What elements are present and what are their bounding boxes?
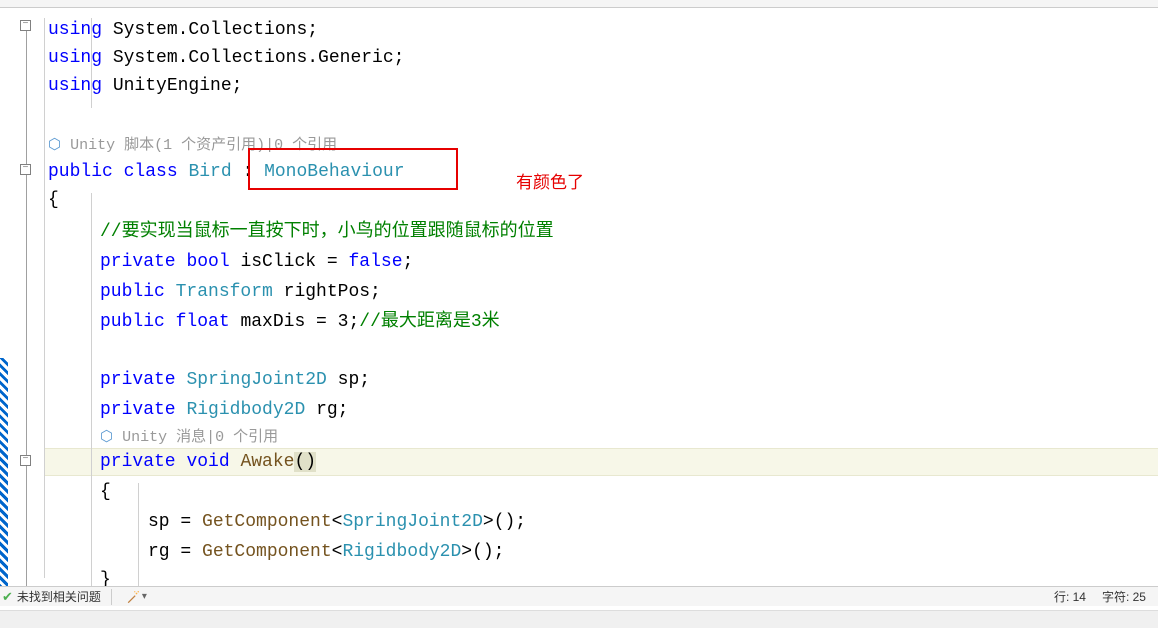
code-line[interactable]: public Transform rightPos;: [100, 278, 381, 306]
change-indicator-gutter: [0, 8, 8, 580]
wand-icon[interactable]: [126, 590, 140, 604]
status-no-issues: 未找到相关问题: [17, 588, 101, 605]
code-content[interactable]: using System.Collections; using System.C…: [44, 8, 1158, 580]
code-line[interactable]: using System.Collections;: [48, 16, 318, 44]
fold-toggle-method[interactable]: [20, 455, 31, 466]
code-line[interactable]: private bool isClick = false;: [100, 248, 413, 276]
dropdown-arrow-icon[interactable]: ▾: [142, 591, 147, 602]
divider: [111, 589, 112, 605]
status-char-number[interactable]: 字符: 25: [1102, 588, 1146, 605]
code-line[interactable]: private void Awake(): [100, 448, 316, 476]
code-line[interactable]: {: [100, 478, 111, 506]
code-line[interactable]: public class Bird : MonoBehaviour: [48, 158, 405, 186]
horizontal-scrollbar[interactable]: [0, 610, 1158, 628]
code-line[interactable]: sp = GetComponent<SpringJoint2D>();: [148, 508, 526, 536]
fold-toggle-class[interactable]: [20, 164, 31, 175]
annotation-label: 有颜色了: [516, 168, 584, 193]
codelens[interactable]: ⬡ Unity 脚本(1 个资产引用)|0 个引用: [48, 132, 337, 160]
status-bar: ✔ 未找到相关问题 ▾ 行: 14 字符: 25: [0, 586, 1158, 606]
outline-gutter[interactable]: [8, 8, 44, 580]
code-line[interactable]: {: [48, 186, 59, 214]
top-bar: [0, 0, 1158, 8]
code-line[interactable]: private Rigidbody2D rg;: [100, 396, 348, 424]
code-line[interactable]: public float maxDis = 3;//最大距离是3米: [100, 308, 500, 336]
status-line-number[interactable]: 行: 14: [1054, 588, 1086, 605]
code-editor[interactable]: using System.Collections; using System.C…: [0, 8, 1158, 580]
code-line[interactable]: using UnityEngine;: [48, 72, 242, 100]
code-line[interactable]: private SpringJoint2D sp;: [100, 366, 370, 394]
status-ok-icon: ✔: [2, 589, 13, 605]
code-line[interactable]: rg = GetComponent<Rigidbody2D>();: [148, 538, 505, 566]
code-line[interactable]: //要实现当鼠标一直按下时，小鸟的位置跟随鼠标的位置: [100, 218, 554, 246]
code-line[interactable]: using System.Collections.Generic;: [48, 44, 404, 72]
fold-toggle-usings[interactable]: [20, 20, 31, 31]
